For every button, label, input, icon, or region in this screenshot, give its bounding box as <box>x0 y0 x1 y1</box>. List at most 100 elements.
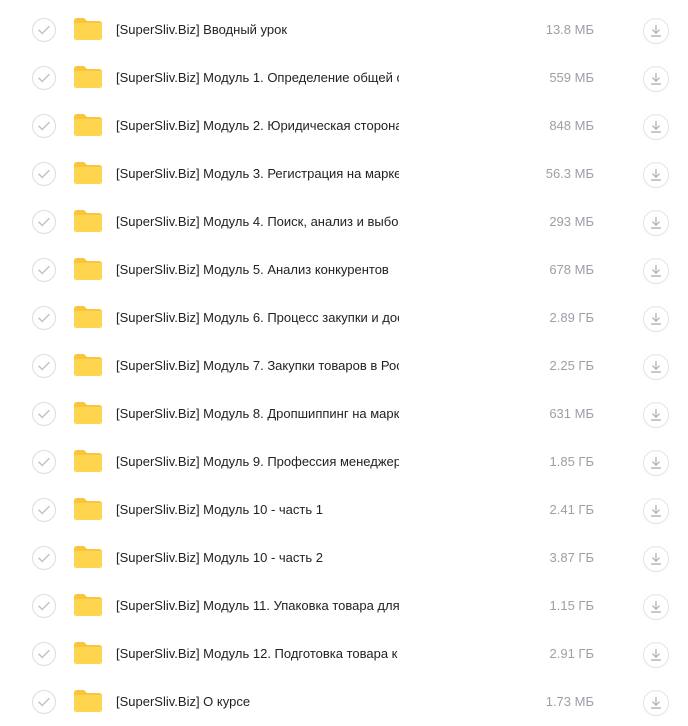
file-name[interactable]: [SuperSliv.Biz] Модуль 10 - часть 1 <box>116 500 399 520</box>
check-icon <box>38 505 50 515</box>
file-name[interactable]: [SuperSliv.Biz] Модуль 1. Определение об… <box>116 68 399 88</box>
file-size: 2.91 ГБ <box>549 646 594 661</box>
file-name[interactable]: [SuperSliv.Biz] Модуль 3. Регистрация на… <box>116 164 399 184</box>
check-icon <box>38 73 50 83</box>
select-checkbox[interactable] <box>32 498 56 522</box>
download-button[interactable] <box>643 306 669 332</box>
file-size: 3.87 ГБ <box>549 550 594 565</box>
check-icon <box>38 169 50 179</box>
select-checkbox[interactable] <box>32 114 56 138</box>
file-name[interactable]: [SuperSliv.Biz] Модуль 6. Процесс закупк… <box>116 308 399 328</box>
download-button[interactable] <box>643 450 669 476</box>
file-row[interactable]: [SuperSliv.Biz] Модуль 5. Анализ конкуре… <box>0 246 688 294</box>
download-icon <box>650 264 662 277</box>
file-name[interactable]: [SuperSliv.Biz] Модуль 12. Подготовка то… <box>116 644 399 664</box>
file-row[interactable]: [SuperSliv.Biz] Модуль 11. Упаковка това… <box>0 582 688 630</box>
file-name[interactable]: [SuperSliv.Biz] Модуль 7. Закупки товаро… <box>116 356 399 376</box>
file-name[interactable]: [SuperSliv.Biz] Модуль 4. Поиск, анализ … <box>116 212 399 232</box>
download-button[interactable] <box>643 162 669 188</box>
download-icon <box>650 24 662 37</box>
file-row[interactable]: [SuperSliv.Biz] Модуль 12. Подготовка то… <box>0 630 688 678</box>
download-button[interactable] <box>643 498 669 524</box>
file-name[interactable]: [SuperSliv.Biz] Модуль 8. Дропшиппинг на… <box>116 404 399 424</box>
file-name[interactable]: [SuperSliv.Biz] Модуль 9. Профессия мене… <box>116 452 399 472</box>
select-checkbox[interactable] <box>32 210 56 234</box>
download-icon <box>650 312 662 325</box>
download-icon <box>650 120 662 133</box>
select-checkbox[interactable] <box>32 354 56 378</box>
download-button[interactable] <box>643 210 669 236</box>
file-size: 848 МБ <box>549 118 594 133</box>
file-row[interactable]: [SuperSliv.Biz] Вводный урок 13.8 МБ <box>0 6 688 54</box>
folder-icon <box>74 498 102 520</box>
file-size: 56.3 МБ <box>545 166 594 181</box>
download-button[interactable] <box>643 354 669 380</box>
check-icon <box>38 361 50 371</box>
download-button[interactable] <box>643 258 669 284</box>
file-name[interactable]: [SuperSliv.Biz] Модуль 11. Упаковка това… <box>116 596 399 616</box>
file-row[interactable]: [SuperSliv.Biz] Модуль 8. Дропшиппинг на… <box>0 390 688 438</box>
download-icon <box>650 360 662 373</box>
file-size: 13.8 МБ <box>545 22 594 37</box>
file-size: 1.73 МБ <box>545 694 594 709</box>
folder-icon <box>74 642 102 664</box>
folder-icon <box>74 690 102 712</box>
select-checkbox[interactable] <box>32 402 56 426</box>
folder-icon <box>74 354 102 376</box>
file-row[interactable]: [SuperSliv.Biz] Модуль 10 - часть 1 2.41… <box>0 486 688 534</box>
file-row[interactable]: [SuperSliv.Biz] Модуль 2. Юридическая ст… <box>0 102 688 150</box>
select-checkbox[interactable] <box>32 258 56 282</box>
download-button[interactable] <box>643 594 669 620</box>
folder-icon <box>74 210 102 232</box>
select-checkbox[interactable] <box>32 642 56 666</box>
file-row[interactable]: [SuperSliv.Biz] О курсе 1.73 МБ <box>0 678 688 726</box>
file-row[interactable]: [SuperSliv.Biz] Модуль 6. Процесс закупк… <box>0 294 688 342</box>
file-size: 631 МБ <box>549 406 594 421</box>
folder-icon <box>74 450 102 472</box>
file-row[interactable]: [SuperSliv.Biz] Модуль 9. Профессия мене… <box>0 438 688 486</box>
check-icon <box>38 121 50 131</box>
file-row[interactable]: [SuperSliv.Biz] Модуль 3. Регистрация на… <box>0 150 688 198</box>
download-button[interactable] <box>643 18 669 44</box>
check-icon <box>38 25 50 35</box>
file-row[interactable]: [SuperSliv.Biz] Модуль 10 - часть 2 3.87… <box>0 534 688 582</box>
file-size: 1.15 ГБ <box>549 598 594 613</box>
select-checkbox[interactable] <box>32 306 56 330</box>
download-icon <box>650 216 662 229</box>
check-icon <box>38 313 50 323</box>
select-checkbox[interactable] <box>32 450 56 474</box>
folder-icon <box>74 402 102 424</box>
select-checkbox[interactable] <box>32 162 56 186</box>
select-checkbox[interactable] <box>32 66 56 90</box>
download-icon <box>650 168 662 181</box>
select-checkbox[interactable] <box>32 18 56 42</box>
file-row[interactable]: [SuperSliv.Biz] Модуль 7. Закупки товаро… <box>0 342 688 390</box>
file-size: 2.25 ГБ <box>549 358 594 373</box>
download-button[interactable] <box>643 642 669 668</box>
file-name[interactable]: [SuperSliv.Biz] Модуль 2. Юридическая ст… <box>116 116 399 136</box>
select-checkbox[interactable] <box>32 690 56 714</box>
folder-icon <box>74 66 102 88</box>
file-name[interactable]: [SuperSliv.Biz] Модуль 10 - часть 2 <box>116 548 399 568</box>
file-size: 678 МБ <box>549 262 594 277</box>
download-button[interactable] <box>643 114 669 140</box>
file-size: 2.89 ГБ <box>549 310 594 325</box>
file-row[interactable]: [SuperSliv.Biz] Модуль 1. Определение об… <box>0 54 688 102</box>
file-name[interactable]: [SuperSliv.Biz] Модуль 5. Анализ конкуре… <box>116 260 399 280</box>
select-checkbox[interactable] <box>32 594 56 618</box>
select-checkbox[interactable] <box>32 546 56 570</box>
download-icon <box>650 456 662 469</box>
folder-icon <box>74 18 102 40</box>
check-icon <box>38 457 50 467</box>
download-button[interactable] <box>643 546 669 572</box>
file-row[interactable]: [SuperSliv.Biz] Модуль 4. Поиск, анализ … <box>0 198 688 246</box>
download-button[interactable] <box>643 66 669 92</box>
folder-icon <box>74 114 102 136</box>
download-button[interactable] <box>643 690 669 716</box>
folder-icon <box>74 546 102 568</box>
folder-icon <box>74 258 102 280</box>
download-button[interactable] <box>643 402 669 428</box>
file-name[interactable]: [SuperSliv.Biz] Вводный урок <box>116 20 399 40</box>
file-name[interactable]: [SuperSliv.Biz] О курсе <box>116 692 399 712</box>
download-icon <box>650 648 662 661</box>
